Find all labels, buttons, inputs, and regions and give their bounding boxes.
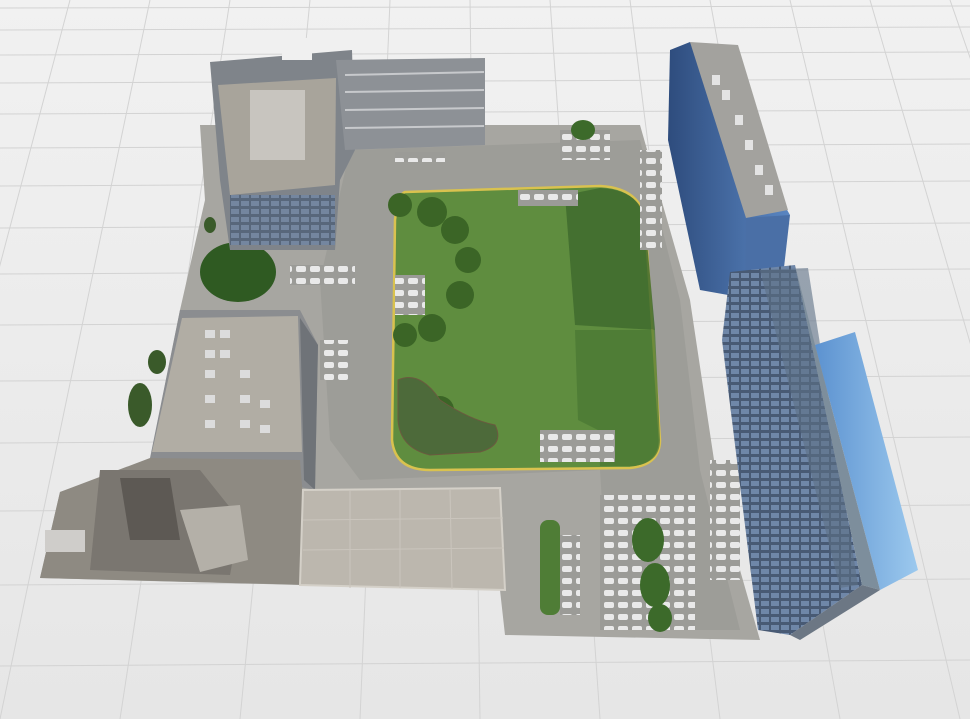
building-icon bbox=[40, 458, 310, 585]
site-model[interactable] bbox=[0, 0, 970, 719]
building-icon bbox=[668, 42, 790, 298]
tree-icon bbox=[200, 242, 276, 302]
plaza-roof bbox=[298, 486, 507, 592]
building-icon bbox=[722, 265, 918, 640]
planter-strip bbox=[540, 520, 560, 615]
3d-model-viewport[interactable] bbox=[0, 0, 970, 719]
